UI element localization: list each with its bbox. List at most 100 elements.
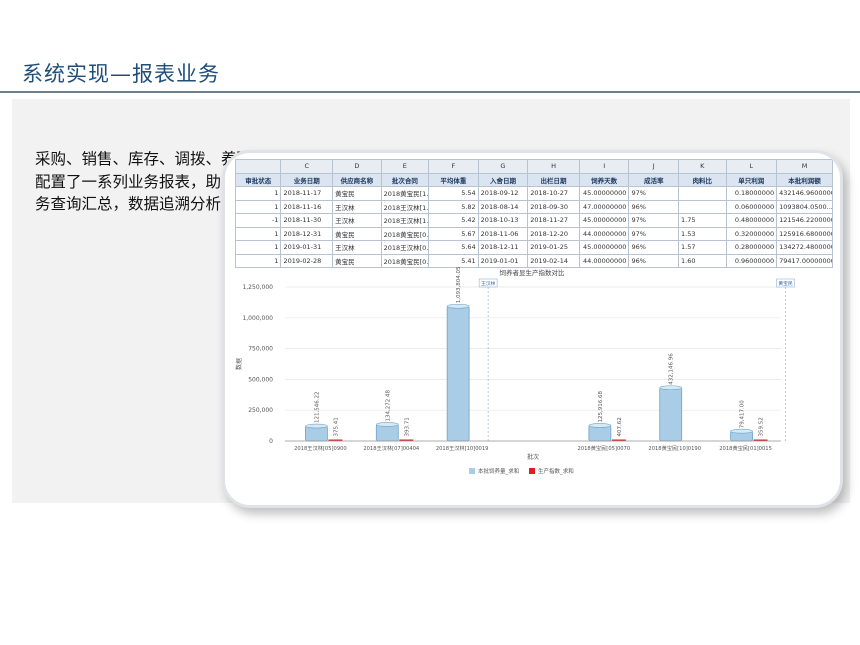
- table-cell[interactable]: 2018-11-30: [280, 213, 334, 228]
- table-row[interactable]: 1 2018-12-31 黄宝民 2018黄宝民[0... 5.67 2018-11-06…: [234, 226, 833, 241]
- table-cell[interactable]: 97%: [628, 213, 679, 228]
- table-cell[interactable]: 2018-11-06: [477, 226, 529, 241]
- table-cell[interactable]: 134272.48000000: [776, 240, 833, 255]
- column-header[interactable]: 审批状态: [234, 172, 282, 187]
- table-cell[interactable]: 2018-10-27: [527, 186, 580, 201]
- table-cell[interactable]: 0.18000000: [725, 186, 778, 201]
- column-header[interactable]: 批次合同: [380, 172, 430, 187]
- table-cell[interactable]: 0.32000000: [725, 226, 778, 241]
- table-cell[interactable]: 5.54: [428, 186, 479, 201]
- table-cell[interactable]: 121546.22000000: [776, 213, 833, 228]
- legend-swatch[interactable]: [529, 468, 535, 474]
- table-cell[interactable]: 45.00000000: [578, 213, 630, 228]
- table-cell[interactable]: 97%: [628, 226, 679, 241]
- column-letter[interactable]: J: [628, 159, 679, 174]
- table-cell[interactable]: 2018-12-11: [477, 240, 529, 255]
- table-cell[interactable]: 96%: [628, 199, 679, 214]
- table-cell[interactable]: 2018-10-13: [477, 213, 529, 228]
- table-cell[interactable]: 1: [234, 199, 282, 214]
- legend-swatch[interactable]: [469, 468, 475, 474]
- table-cell[interactable]: 1: [234, 226, 282, 241]
- legend-label[interactable]: 本批饲养量_求和: [478, 467, 519, 475]
- table-cell[interactable]: 1: [234, 186, 282, 201]
- table-cell[interactable]: 2019-01-31: [280, 240, 334, 255]
- table-cell[interactable]: 2018-12-20: [527, 226, 580, 241]
- column-header[interactable]: 肉料比: [678, 172, 727, 187]
- table-row[interactable]: -1 2018-11-30 王汉林 2018王汉林[1... 5.42 2018-10-1…: [234, 213, 833, 228]
- table-cell[interactable]: 王汉林: [332, 213, 382, 228]
- table-cell[interactable]: 黄宝民: [332, 226, 382, 241]
- table-cell[interactable]: 2018-11-27: [527, 213, 580, 228]
- table-cell[interactable]: 2018-11-17: [280, 186, 334, 201]
- table-cell[interactable]: 1: [234, 240, 282, 255]
- column-header[interactable]: 业务日期: [280, 172, 334, 187]
- table-cell[interactable]: 5.82: [428, 199, 479, 214]
- column-header[interactable]: 出栏日期: [527, 172, 580, 187]
- table-cell[interactable]: 2018王汉林[1...: [380, 199, 430, 214]
- table-cell[interactable]: 2018王汉林[0...: [380, 240, 430, 255]
- column-header[interactable]: 本批利润额: [776, 172, 833, 187]
- column-letter[interactable]: E: [380, 159, 430, 174]
- series-1-bar[interactable]: [375, 424, 399, 442]
- table-cell[interactable]: 5.42: [428, 213, 479, 228]
- bar-top-cap: [659, 385, 683, 391]
- table-cell[interactable]: 2018-12-31: [280, 226, 334, 241]
- table-cell[interactable]: 96%: [628, 240, 679, 255]
- series-1-bar[interactable]: [659, 387, 683, 442]
- table-cell[interactable]: 45.00000000: [578, 240, 630, 255]
- table-cell[interactable]: 2019-01-25: [527, 240, 580, 255]
- table-cell[interactable]: 王汉林: [332, 240, 382, 255]
- table-cell[interactable]: 5.64: [428, 240, 479, 255]
- table-cell[interactable]: [678, 199, 727, 214]
- table-cell[interactable]: 0.28000000: [725, 240, 778, 255]
- table-row[interactable]: 1 2018-11-16 王汉林 2018王汉林[1... 5.82 2018-08-14…: [234, 199, 833, 214]
- table-cell[interactable]: 1.75: [678, 213, 727, 228]
- column-letter[interactable]: M: [776, 159, 833, 174]
- column-letter[interactable]: K: [678, 159, 727, 174]
- table-cell[interactable]: 432146.96000000: [776, 186, 833, 201]
- column-letter[interactable]: I: [578, 159, 630, 174]
- table-cell[interactable]: 2018-09-12: [477, 186, 529, 201]
- column-header[interactable]: 平均体重: [428, 172, 479, 187]
- table-cell[interactable]: 2018-08-14: [477, 199, 529, 214]
- table-cell[interactable]: 2018黄宝民[1...: [380, 186, 430, 201]
- table-cell[interactable]: [678, 186, 727, 201]
- table-cell[interactable]: 黄宝民: [332, 186, 382, 201]
- column-letter[interactable]: H: [527, 159, 580, 174]
- table-cell[interactable]: 47.00000000: [578, 199, 630, 214]
- table-cell[interactable]: -1: [234, 213, 282, 228]
- legend-label[interactable]: 生产指数_求和: [538, 467, 574, 475]
- table-row[interactable]: 1 2019-01-31 王汉林 2018王汉林[0... 5.64 2018-12-11…: [234, 240, 833, 255]
- column-header[interactable]: 单只利润: [725, 172, 778, 187]
- table-cell[interactable]: 5.67: [428, 226, 479, 241]
- column-letter[interactable]: D: [332, 159, 382, 174]
- column-letter[interactable]: C: [280, 159, 334, 174]
- series-1-bar[interactable]: [588, 425, 612, 442]
- y-tick-label: 750,000: [248, 346, 273, 353]
- table-cell[interactable]: 1.57: [678, 240, 727, 255]
- table-cell[interactable]: 1093804.0500...: [776, 199, 833, 214]
- bar-top-cap: [305, 423, 328, 429]
- table-cell[interactable]: 2018-11-16: [280, 199, 334, 214]
- column-header[interactable]: 供应商名称: [332, 172, 382, 187]
- table-row[interactable]: 1 2018-11-17 黄宝民 2018黄宝民[1... 5.54 2018-09-12…: [234, 186, 833, 201]
- table-cell[interactable]: 2018-09-30: [527, 199, 580, 214]
- table-cell[interactable]: 1.53: [678, 226, 727, 241]
- column-header[interactable]: 入舍日期: [477, 172, 529, 187]
- table-cell[interactable]: 王汉林: [332, 199, 382, 214]
- table-cell[interactable]: 2018王汉林[1...: [380, 213, 430, 228]
- column-header[interactable]: 饲养天数: [578, 172, 630, 187]
- series-1-bar[interactable]: [446, 305, 470, 442]
- table-cell[interactable]: 2018黄宝民[0...: [380, 226, 430, 241]
- table-cell[interactable]: 97%: [628, 186, 679, 201]
- table-cell[interactable]: 44.00000000: [578, 226, 630, 241]
- column-header[interactable]: 成活率: [628, 172, 679, 187]
- column-letter[interactable]: F: [428, 159, 479, 174]
- table-cell[interactable]: 125916.68000000: [776, 226, 833, 241]
- table-cell[interactable]: 45.00000000: [578, 186, 630, 201]
- table-cell[interactable]: 0.48000000: [725, 213, 778, 228]
- column-letter[interactable]: G: [477, 159, 529, 174]
- table-cell[interactable]: 0.06000000: [725, 199, 778, 214]
- column-letter[interactable]: L: [725, 159, 778, 174]
- column-letter[interactable]: [234, 159, 282, 174]
